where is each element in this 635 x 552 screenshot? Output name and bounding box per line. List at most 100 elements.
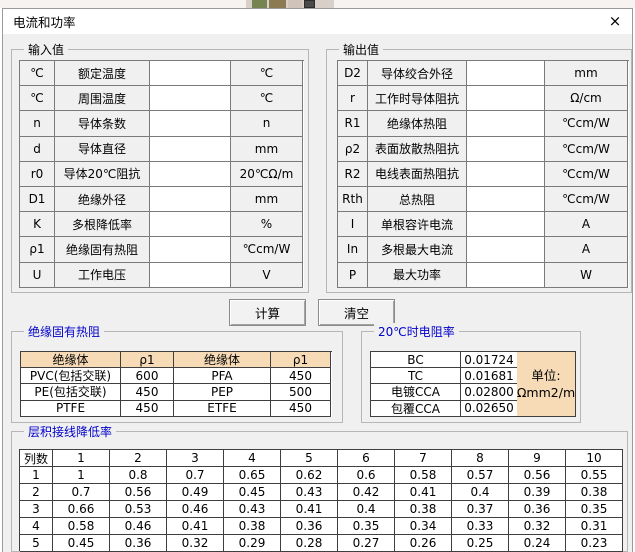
table-cell: 6 <box>338 450 395 467</box>
input-field[interactable] <box>150 86 231 111</box>
label-cell: 多根最大电流 <box>368 237 467 262</box>
label-cell: 导体条数 <box>55 111 150 136</box>
table-cell: 0.31 <box>566 518 623 535</box>
unit-note-value: Ωmm2/m <box>517 384 575 402</box>
table-cell: 0.29 <box>224 535 281 552</box>
resistivity-group-title: 20℃时电阻率 <box>374 323 459 340</box>
symbol-cell: r0 <box>20 162 55 187</box>
input-field[interactable] <box>150 212 231 237</box>
table-cell: 0.57 <box>452 467 509 484</box>
output-table: D2 导体绞合外径 mm r 工作时导体阻抗 Ω/cm R1 绝缘体热阻 ℃cm… <box>337 60 629 288</box>
table-cell: 450 <box>271 368 331 384</box>
symbol-cell: ρ2 <box>338 137 368 162</box>
close-icon: × <box>609 12 622 30</box>
table-cell: 0.26 <box>395 535 452 552</box>
input-field[interactable] <box>150 263 231 288</box>
unit-cell: mm <box>545 61 628 86</box>
table-cell: 0.56 <box>110 484 167 501</box>
symbol-cell: In <box>338 237 368 262</box>
thermal-resistance-group: 绝缘固有热阻 绝缘体 ρ1 绝缘体 ρ1 PVC(包括交联) 600 PFA <box>11 331 343 423</box>
label-cell: 周围温度 <box>55 86 150 111</box>
table-cell: 0.02800 <box>461 384 518 400</box>
input-field[interactable] <box>150 111 231 136</box>
table-cell: PE(包括交联) <box>21 384 121 400</box>
unit-cell: Ω/cm <box>545 86 628 111</box>
table-cell: 0.46 <box>167 501 224 518</box>
table-cell: 电镀CCA <box>371 384 461 400</box>
table-cell: 8 <box>452 450 509 467</box>
input-field[interactable] <box>150 237 231 262</box>
thumbnail-image <box>269 0 286 8</box>
table-cell: PTFE <box>21 401 121 417</box>
table-cell: 0.01724 <box>461 352 518 368</box>
thumbnail-image <box>252 0 267 8</box>
table-cell: PFA <box>174 368 271 384</box>
label-cell: 最大功率 <box>368 263 467 288</box>
label-cell: 额定温度 <box>55 61 150 86</box>
table-cell: 5 <box>281 450 338 467</box>
output-field <box>467 263 545 288</box>
background-thumbnails <box>246 0 334 8</box>
table-cell: 0.33 <box>452 518 509 535</box>
thermal-group-title: 绝缘固有热阻 <box>24 323 104 340</box>
output-field <box>467 86 545 111</box>
table-cell: 0.45 <box>224 484 281 501</box>
symbol-cell: R1 <box>338 111 368 136</box>
label-cell: 总热阻 <box>368 187 467 212</box>
table-cell: 0.4 <box>338 501 395 518</box>
title-bar: 电流和功率 × <box>3 9 632 34</box>
symbol-cell: ℃ <box>20 61 55 86</box>
table-cell: 1 <box>53 450 110 467</box>
table-cell: 0.45 <box>53 535 110 552</box>
unit-cell: W <box>545 263 628 288</box>
table-cell: 0.37 <box>452 501 509 518</box>
label-cell: 单根容许电流 <box>368 212 467 237</box>
label-cell: 绝缘外径 <box>55 187 150 212</box>
unit-cell: mm <box>231 187 303 212</box>
window-title: 电流和功率 <box>3 12 76 31</box>
table-cell: 0.27 <box>338 535 395 552</box>
input-field[interactable] <box>150 137 231 162</box>
table-cell: 0.35 <box>566 501 623 518</box>
label-cell: 绝缘体热阻 <box>368 111 467 136</box>
table-cell: 0.49 <box>167 484 224 501</box>
calculate-button[interactable]: 计算 <box>229 299 306 326</box>
table-cell: 0.41 <box>281 501 338 518</box>
symbol-cell: Rth <box>338 187 368 212</box>
table-cell: 0.56 <box>509 467 566 484</box>
output-field <box>467 187 545 212</box>
unit-cell: ℃cm/W <box>545 187 628 212</box>
label-cell: 电线表面热阻抗 <box>368 162 467 187</box>
table-cell: 列数 <box>20 450 53 467</box>
input-field[interactable] <box>150 187 231 212</box>
close-button[interactable]: × <box>604 11 626 32</box>
table-cell: 0.55 <box>566 467 623 484</box>
output-field <box>467 111 545 136</box>
label-cell: 工作电压 <box>55 263 150 288</box>
clear-button[interactable]: 清空 <box>318 299 395 326</box>
table-cell: 0.24 <box>509 535 566 552</box>
label-cell: 表面放散热阻抗 <box>368 137 467 162</box>
dialog-current-and-power: 电流和功率 × 输入值 ℃ 额定温度 ℃ ℃ 周围温度 ℃ <box>2 8 633 552</box>
table-cell: ρ1 <box>271 352 331 368</box>
derating-group: 层积接线降低率 列数 1 2 3 4 5 6 7 <box>11 431 628 552</box>
unit-cell: 20℃Ω/m <box>231 162 303 187</box>
unit-cell: n <box>231 111 303 136</box>
table-cell: 500 <box>271 384 331 400</box>
table-cell: 0.43 <box>281 484 338 501</box>
input-field[interactable] <box>150 61 231 86</box>
output-field <box>467 61 545 86</box>
table-cell: 0.66 <box>53 501 110 518</box>
table-cell: TC <box>371 368 461 384</box>
table-cell: 450 <box>121 384 174 400</box>
table-cell: 0.38 <box>395 501 452 518</box>
table-cell: 5 <box>20 535 53 552</box>
table-cell: 0.41 <box>395 484 452 501</box>
table-cell: 0.35 <box>338 518 395 535</box>
derating-group-title: 层积接线降低率 <box>24 423 116 440</box>
resistivity-table: BC 0.01724 TC 0.01681 电镀CCA 0.02800 包覆CC… <box>370 351 518 417</box>
table-cell: 0.32 <box>167 535 224 552</box>
input-field[interactable] <box>150 162 231 187</box>
table-cell: 0.39 <box>509 484 566 501</box>
table-cell: 0.46 <box>110 518 167 535</box>
